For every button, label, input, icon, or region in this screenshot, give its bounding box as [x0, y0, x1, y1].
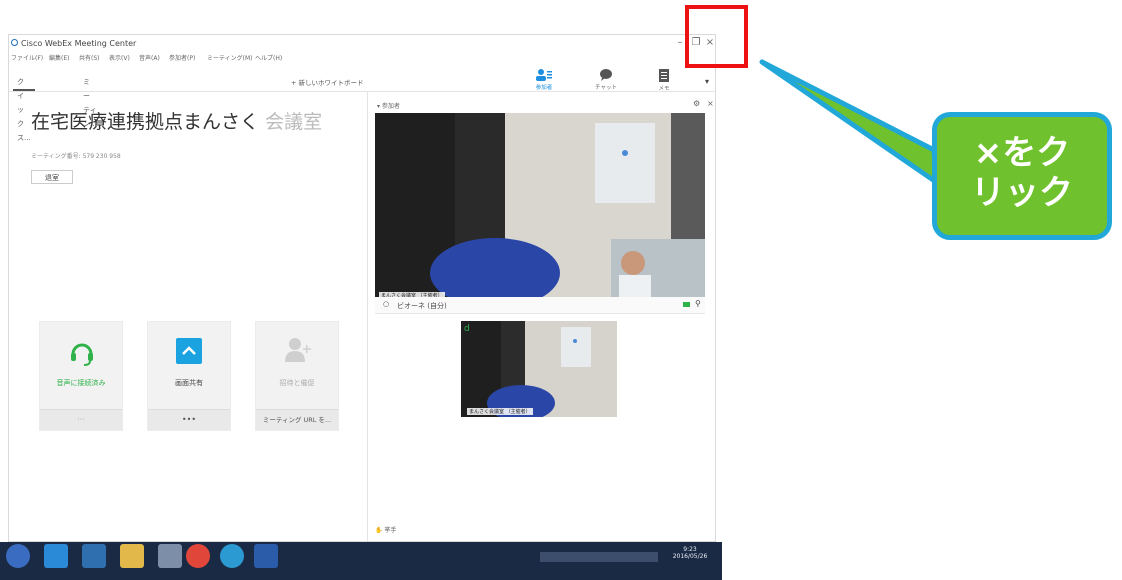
instruction-callout: ×をク リック: [932, 112, 1112, 240]
callout-text-line2: リック: [971, 173, 1073, 213]
callout-text-line1: ×をク: [973, 133, 1071, 173]
callout-pointer: [759, 59, 939, 185]
